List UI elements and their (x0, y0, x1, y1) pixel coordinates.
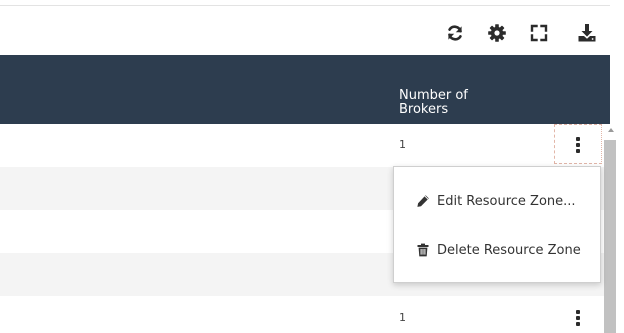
table-row[interactable]: 1 (0, 124, 604, 167)
delete-resource-zone-menu-item[interactable]: Delete Resource Zone (394, 230, 600, 270)
fullscreen-icon (529, 23, 549, 43)
table-row[interactable]: 1 (0, 296, 604, 333)
brokers-cell: 1 (399, 138, 406, 151)
resource-zones-page: Number of Brokers 1 1 Edit Resource Zone… (0, 0, 624, 333)
delete-resource-zone-label: Delete Resource Zone (437, 242, 581, 258)
row-actions-kebab-icon[interactable] (571, 307, 585, 329)
column-header-number-of-brokers[interactable]: Number of Brokers (399, 89, 489, 117)
trash-icon (416, 243, 430, 257)
row-actions-menu: Edit Resource Zone... Delete Resource Zo… (393, 166, 601, 283)
scrollbar-thumb[interactable] (604, 140, 616, 333)
settings-button[interactable] (482, 18, 512, 48)
table-toolbar (0, 18, 624, 50)
top-divider (0, 5, 610, 6)
scroll-up-arrow-icon[interactable] (608, 128, 614, 132)
pencil-icon (416, 194, 430, 208)
fullscreen-button[interactable] (524, 18, 554, 48)
edit-resource-zone-menu-item[interactable]: Edit Resource Zone... (394, 181, 600, 221)
table-header (0, 55, 610, 124)
download-icon (577, 23, 597, 43)
edit-resource-zone-label: Edit Resource Zone... (437, 193, 576, 209)
gear-icon (487, 23, 507, 43)
brokers-cell: 1 (399, 311, 406, 324)
download-button[interactable] (572, 18, 602, 48)
refresh-button[interactable] (440, 18, 470, 48)
row-actions-kebab-icon[interactable] (571, 134, 585, 156)
refresh-icon (445, 23, 465, 43)
